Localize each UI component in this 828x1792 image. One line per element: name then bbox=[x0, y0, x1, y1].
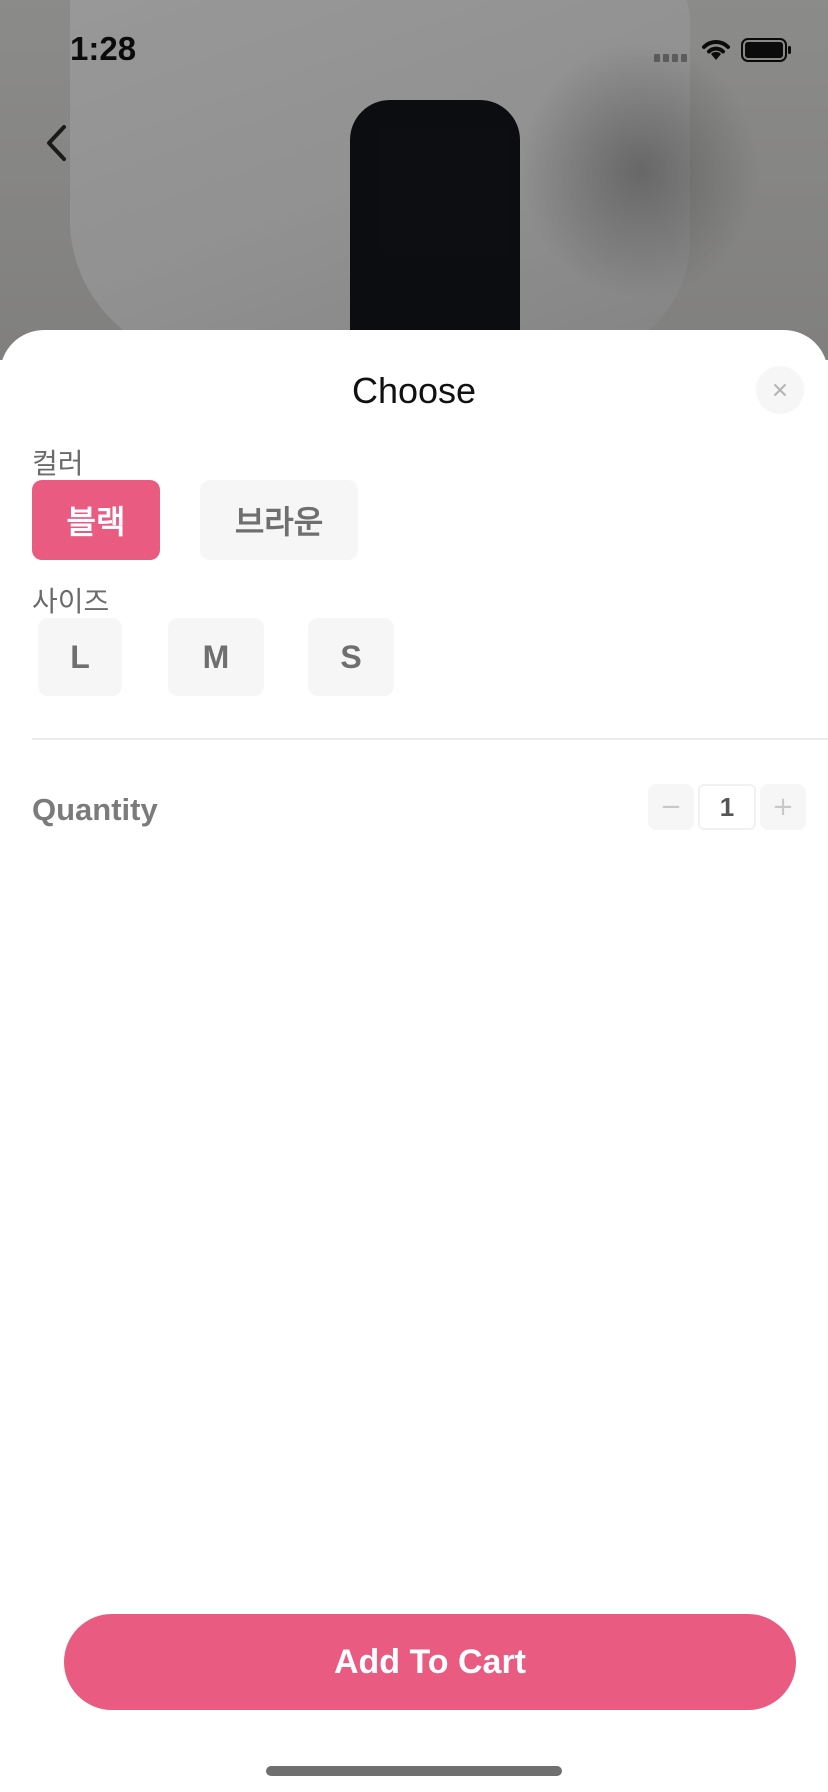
option-bottom-sheet: Choose 컬러 블랙 브라운 사이즈 L M S Quantity − 1 … bbox=[0, 330, 828, 1792]
wifi-icon bbox=[702, 40, 730, 60]
quantity-label: Quantity bbox=[32, 792, 158, 827]
color-option-brown[interactable]: 브라운 bbox=[200, 480, 358, 560]
back-button[interactable] bbox=[34, 118, 78, 168]
home-indicator[interactable] bbox=[266, 1766, 562, 1776]
quantity-value[interactable]: 1 bbox=[698, 784, 756, 830]
close-icon bbox=[774, 384, 786, 396]
quantity-stepper: − 1 + bbox=[648, 784, 806, 830]
status-time: 1:28 bbox=[70, 30, 137, 67]
color-option-black[interactable]: 블랙 bbox=[32, 480, 160, 560]
quantity-increment-button[interactable]: + bbox=[760, 784, 806, 830]
size-section-label: 사이즈 bbox=[32, 585, 110, 618]
sheet-title: Choose bbox=[351, 370, 477, 411]
chevron-left-icon bbox=[47, 125, 66, 161]
close-button[interactable] bbox=[756, 366, 804, 414]
battery-icon bbox=[741, 38, 791, 62]
status-bar: 1:28 bbox=[0, 0, 828, 100]
size-option-m[interactable]: M bbox=[168, 618, 264, 696]
size-option-s[interactable]: S bbox=[308, 618, 394, 696]
color-section-label: 컬러 bbox=[32, 447, 84, 480]
size-option-l[interactable]: L bbox=[38, 618, 122, 696]
cellular-signal-icon bbox=[654, 52, 690, 62]
quantity-decrement-button[interactable]: − bbox=[648, 784, 694, 830]
add-to-cart-button[interactable]: Add To Cart bbox=[64, 1614, 796, 1710]
section-divider bbox=[32, 738, 828, 740]
